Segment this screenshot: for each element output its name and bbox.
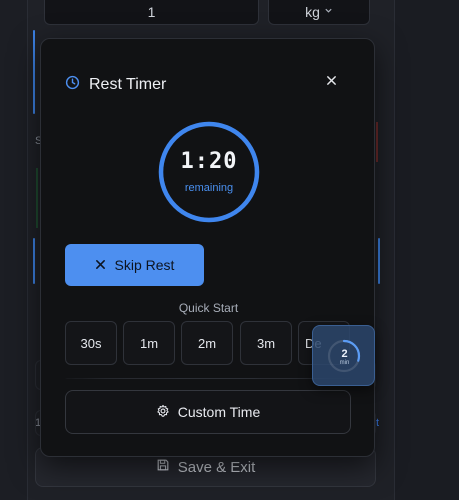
gear-icon <box>156 404 170 421</box>
floating-mini-timer[interactable]: 2 min <box>312 325 375 386</box>
timer-display: 1:20 <box>180 149 238 174</box>
close-button[interactable] <box>322 73 340 91</box>
modal-title: Rest Timer <box>89 76 167 93</box>
unit-select[interactable]: kg <box>268 0 370 25</box>
x-icon <box>95 257 106 273</box>
quick-start-2m[interactable]: 2m <box>181 321 233 365</box>
chevron-down-icon <box>324 6 333 18</box>
background-right-column <box>395 0 459 500</box>
save-exit-label: Save & Exit <box>177 458 256 476</box>
custom-time-label: Custom Time <box>177 404 261 420</box>
background-left-column <box>0 0 27 500</box>
unit-value: kg <box>305 4 320 20</box>
background-card-edge-green <box>36 168 38 228</box>
modal-header: Rest Timer <box>65 75 166 95</box>
skip-rest-label: Skip Rest <box>114 257 175 273</box>
clock-icon <box>65 75 80 95</box>
timer-remaining-label: remaining <box>184 182 234 194</box>
quick-start-3m[interactable]: 3m <box>240 321 292 365</box>
background-card-edge <box>33 238 35 284</box>
background-card-edge-red <box>376 122 378 162</box>
custom-time-button[interactable]: Custom Time <box>65 390 351 434</box>
close-icon <box>326 73 337 91</box>
mini-timer-value: 2 <box>341 348 348 360</box>
skip-rest-button[interactable]: Skip Rest <box>65 244 204 286</box>
background-side-link[interactable]: t <box>376 417 379 429</box>
quick-start-30s[interactable]: 30s <box>65 321 117 365</box>
quantity-input[interactable]: 1 <box>44 0 259 25</box>
background-active-card-edge <box>33 30 35 114</box>
quick-start-label: Quick Start <box>178 301 239 315</box>
rest-timer-modal: Rest Timer 1:20 remaining Skip Rest Quic… <box>40 38 375 457</box>
mini-timer-unit: min <box>339 360 350 366</box>
timer-ring: 1:20 remaining <box>157 120 261 224</box>
quantity-value: 1 <box>147 4 156 20</box>
floppy-disk-icon <box>156 458 170 476</box>
quick-start-1m[interactable]: 1m <box>123 321 175 365</box>
divider <box>65 378 351 380</box>
background-card-edge-right <box>378 238 380 284</box>
